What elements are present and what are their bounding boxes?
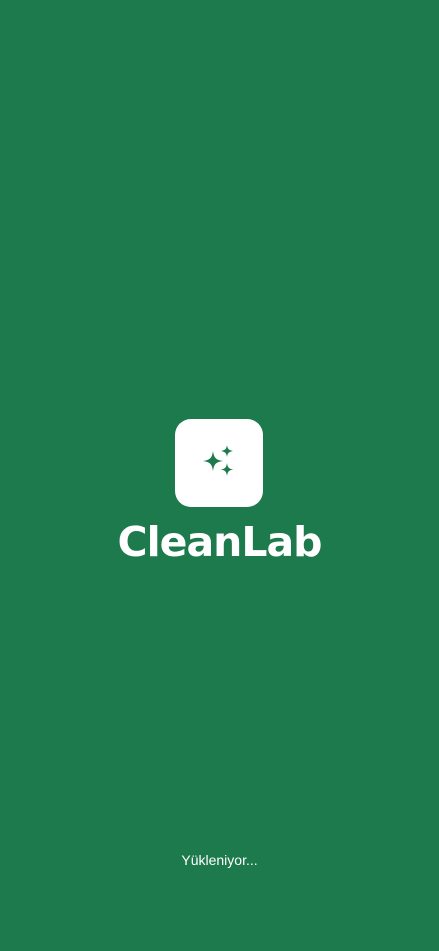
app-name: CleanLab [117,518,323,566]
splash-screen: CleanLab Yükleniyor... [0,0,439,951]
sparkles-icon [203,445,234,476]
app-logo [175,419,263,507]
loading-status-text: Yükleniyor... [181,852,258,868]
